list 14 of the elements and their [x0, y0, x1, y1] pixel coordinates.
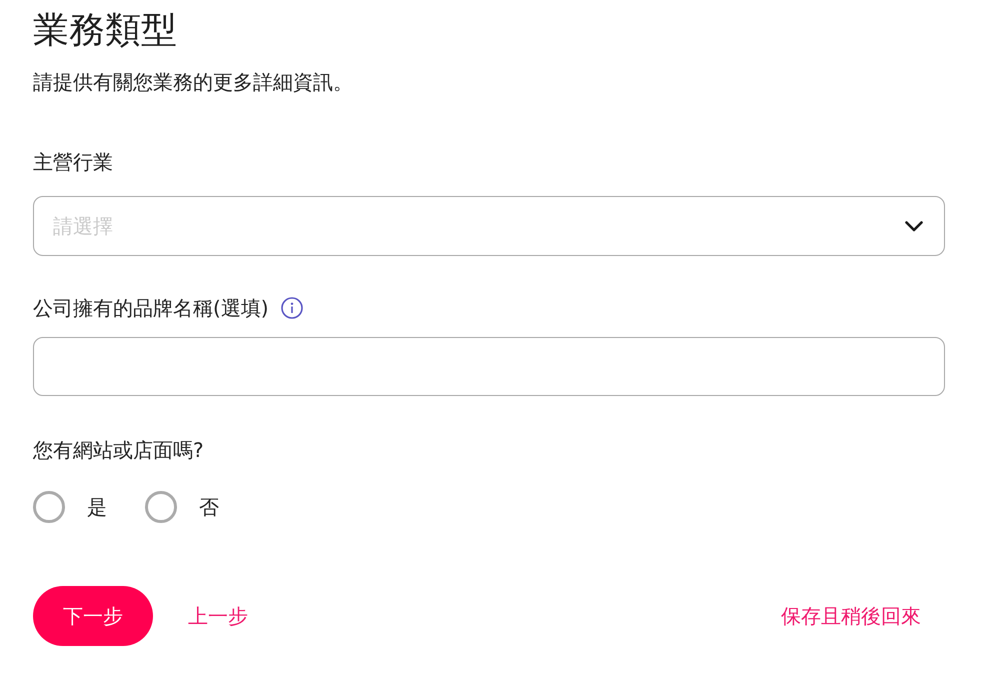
radio-label[interactable]: 是	[87, 493, 107, 521]
field-label: 您有網站或店面嗎?	[33, 437, 204, 464]
radio-label[interactable]: 否	[199, 493, 219, 521]
chevron-down-icon	[905, 220, 923, 232]
next-button[interactable]: 下一步	[33, 586, 153, 646]
text-field[interactable]	[33, 337, 945, 396]
radio-button[interactable]	[33, 491, 65, 523]
page-subtitle: 請提供有關您業務的更多詳細資訊。	[33, 69, 353, 96]
field-label: 主營行業	[33, 149, 113, 176]
radio-button[interactable]	[145, 491, 177, 523]
back-link[interactable]: 上一步	[188, 602, 248, 630]
page-title: 業務類型	[33, 9, 177, 53]
save-later-link[interactable]: 保存且稍後回來	[781, 602, 921, 630]
field-label: 公司擁有的品牌名稱(選填)	[33, 295, 269, 322]
